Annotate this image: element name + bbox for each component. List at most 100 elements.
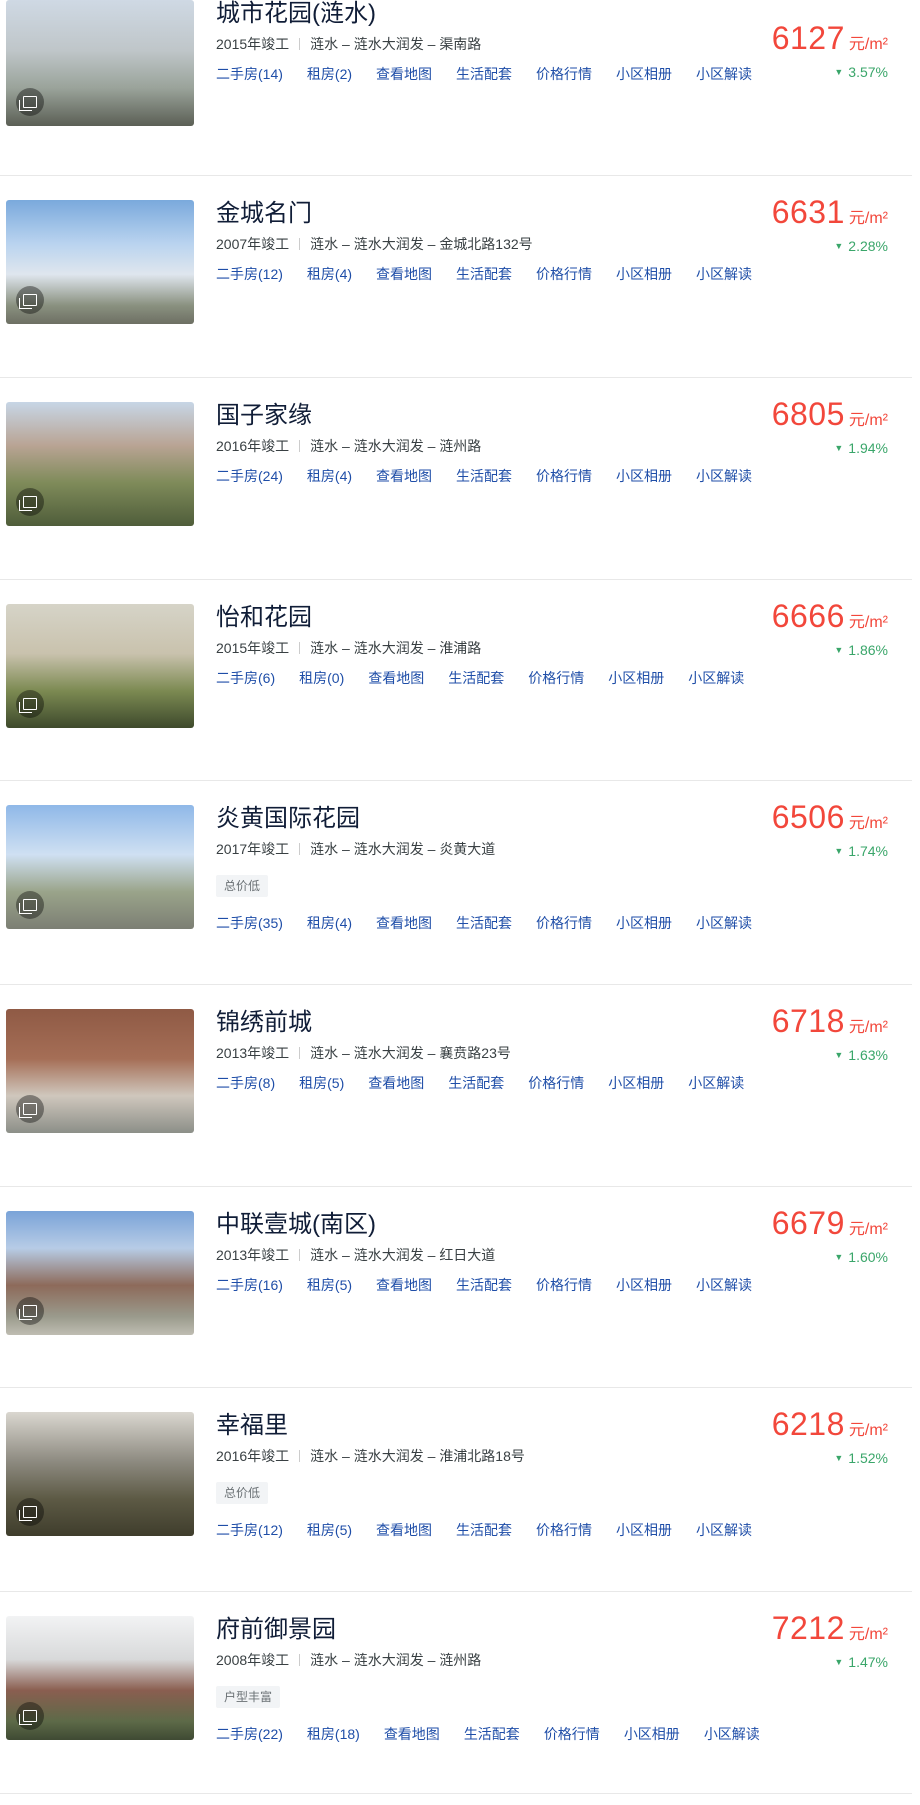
- link-amenities[interactable]: 生活配套: [456, 66, 512, 82]
- link-price-trend[interactable]: 价格行情: [536, 468, 592, 484]
- link-map[interactable]: 查看地图: [376, 266, 432, 282]
- link-secondhand[interactable]: 二手房(12): [216, 266, 283, 282]
- district-link[interactable]: 涟水: [310, 1247, 338, 1263]
- link-amenities[interactable]: 生活配套: [448, 1075, 504, 1091]
- area-link[interactable]: 涟水大润发: [354, 640, 424, 656]
- link-price-trend[interactable]: 价格行情: [536, 915, 592, 931]
- community-photo[interactable]: [6, 604, 194, 728]
- link-secondhand[interactable]: 二手房(6): [216, 670, 275, 686]
- district-link[interactable]: 涟水: [310, 438, 338, 454]
- link-analysis[interactable]: 小区解读: [704, 1726, 760, 1742]
- community-meta: 2015年竣工 涟水 – 涟水大润发 – 淮浦路: [216, 638, 912, 658]
- link-analysis[interactable]: 小区解读: [696, 468, 752, 484]
- community-photo[interactable]: [6, 805, 194, 929]
- area-link[interactable]: 涟水大润发: [354, 1247, 424, 1263]
- link-amenities[interactable]: 生活配套: [456, 468, 512, 484]
- link-map[interactable]: 查看地图: [376, 1277, 432, 1293]
- community-photo[interactable]: [6, 1412, 194, 1536]
- link-analysis[interactable]: 小区解读: [696, 66, 752, 82]
- link-secondhand[interactable]: 二手房(14): [216, 66, 283, 82]
- area-link[interactable]: 涟水大润发: [354, 438, 424, 454]
- area-link[interactable]: 涟水大润发: [354, 1448, 424, 1464]
- link-album[interactable]: 小区相册: [608, 1075, 664, 1091]
- district-link[interactable]: 涟水: [310, 36, 338, 52]
- link-analysis[interactable]: 小区解读: [688, 1075, 744, 1091]
- link-album[interactable]: 小区相册: [624, 1726, 680, 1742]
- link-album[interactable]: 小区相册: [616, 468, 672, 484]
- album-icon-shape: [19, 899, 37, 914]
- link-rent[interactable]: 租房(0): [299, 670, 344, 686]
- link-amenities[interactable]: 生活配套: [448, 670, 504, 686]
- link-amenities[interactable]: 生活配套: [464, 1726, 520, 1742]
- price-change: ▼ 1.52%: [834, 1450, 888, 1466]
- link-analysis[interactable]: 小区解读: [696, 1277, 752, 1293]
- community-photo[interactable]: [6, 200, 194, 324]
- link-secondhand[interactable]: 二手房(12): [216, 1522, 283, 1538]
- dash: –: [338, 841, 354, 857]
- district-link[interactable]: 涟水: [310, 1045, 338, 1061]
- link-album[interactable]: 小区相册: [616, 266, 672, 282]
- area-link[interactable]: 涟水大润发: [354, 841, 424, 857]
- link-analysis[interactable]: 小区解读: [696, 266, 752, 282]
- link-secondhand[interactable]: 二手房(24): [216, 468, 283, 484]
- link-rent[interactable]: 租房(18): [307, 1726, 360, 1742]
- link-map[interactable]: 查看地图: [368, 1075, 424, 1091]
- community-photo[interactable]: [6, 402, 194, 526]
- link-amenities[interactable]: 生活配套: [456, 1522, 512, 1538]
- district-link[interactable]: 涟水: [310, 841, 338, 857]
- road-name: 涟州路: [439, 438, 482, 454]
- district-link[interactable]: 涟水: [310, 1448, 338, 1464]
- community-photo[interactable]: [6, 1009, 194, 1133]
- link-analysis[interactable]: 小区解读: [696, 915, 752, 931]
- district-link[interactable]: 涟水: [310, 640, 338, 656]
- link-map[interactable]: 查看地图: [376, 468, 432, 484]
- road-name: 淮浦北路18号: [439, 1448, 525, 1464]
- build-year: 2013年竣工: [216, 1247, 290, 1263]
- link-album[interactable]: 小区相册: [616, 915, 672, 931]
- link-rent[interactable]: 租房(5): [307, 1277, 352, 1293]
- link-price-trend[interactable]: 价格行情: [536, 1522, 592, 1538]
- link-price-trend[interactable]: 价格行情: [528, 670, 584, 686]
- community-photo[interactable]: [6, 1616, 194, 1740]
- link-price-trend[interactable]: 价格行情: [528, 1075, 584, 1091]
- district-link[interactable]: 涟水: [310, 236, 338, 252]
- link-price-trend[interactable]: 价格行情: [536, 1277, 592, 1293]
- link-rent[interactable]: 租房(4): [307, 915, 352, 931]
- link-map[interactable]: 查看地图: [376, 1522, 432, 1538]
- link-map[interactable]: 查看地图: [376, 66, 432, 82]
- link-amenities[interactable]: 生活配套: [456, 915, 512, 931]
- area-link[interactable]: 涟水大润发: [354, 1045, 424, 1061]
- dash: –: [338, 236, 354, 252]
- link-secondhand[interactable]: 二手房(22): [216, 1726, 283, 1742]
- link-album[interactable]: 小区相册: [608, 670, 664, 686]
- area-link[interactable]: 涟水大润发: [354, 36, 424, 52]
- link-rent[interactable]: 租房(2): [307, 66, 352, 82]
- link-secondhand[interactable]: 二手房(8): [216, 1075, 275, 1091]
- area-link[interactable]: 涟水大润发: [354, 236, 424, 252]
- link-rent[interactable]: 租房(5): [299, 1075, 344, 1091]
- link-rent[interactable]: 租房(5): [307, 1522, 352, 1538]
- link-map[interactable]: 查看地图: [368, 670, 424, 686]
- community-photo[interactable]: [6, 1211, 194, 1335]
- community-photo[interactable]: [6, 0, 194, 126]
- link-album[interactable]: 小区相册: [616, 1522, 672, 1538]
- price-value: 6127: [771, 20, 845, 56]
- district-link[interactable]: 涟水: [310, 1652, 338, 1668]
- link-price-trend[interactable]: 价格行情: [536, 266, 592, 282]
- link-album[interactable]: 小区相册: [616, 66, 672, 82]
- link-price-trend[interactable]: 价格行情: [536, 66, 592, 82]
- link-rent[interactable]: 租房(4): [307, 468, 352, 484]
- link-secondhand[interactable]: 二手房(35): [216, 915, 283, 931]
- link-amenities[interactable]: 生活配套: [456, 266, 512, 282]
- link-analysis[interactable]: 小区解读: [696, 1522, 752, 1538]
- link-analysis[interactable]: 小区解读: [688, 670, 744, 686]
- area-link[interactable]: 涟水大润发: [354, 1652, 424, 1668]
- price-value: 6631: [771, 194, 845, 230]
- link-rent[interactable]: 租房(4): [307, 266, 352, 282]
- link-price-trend[interactable]: 价格行情: [544, 1726, 600, 1742]
- link-map[interactable]: 查看地图: [384, 1726, 440, 1742]
- link-album[interactable]: 小区相册: [616, 1277, 672, 1293]
- link-secondhand[interactable]: 二手房(16): [216, 1277, 283, 1293]
- link-map[interactable]: 查看地图: [376, 915, 432, 931]
- link-amenities[interactable]: 生活配套: [456, 1277, 512, 1293]
